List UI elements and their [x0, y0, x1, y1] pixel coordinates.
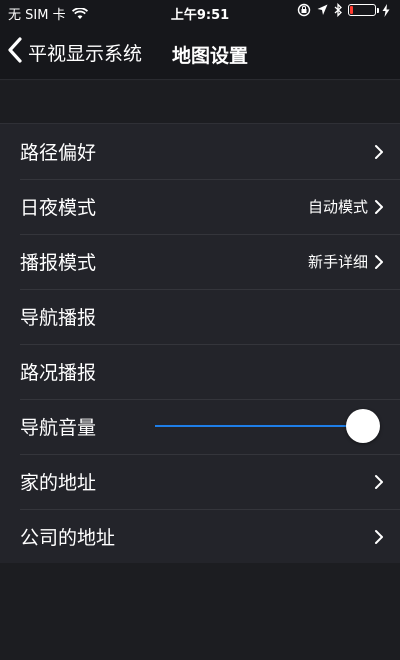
- location-icon: [317, 4, 328, 16]
- chevron-left-icon: [6, 37, 24, 67]
- charging-icon: [382, 3, 390, 17]
- chevron-right-icon: [374, 144, 384, 160]
- setting-label: 日夜模式: [20, 197, 97, 219]
- setting-right: [374, 474, 384, 490]
- status-right: [297, 3, 390, 17]
- setting-traffic-broadcast[interactable]: 路况播报: [0, 344, 400, 399]
- setting-right: [374, 529, 384, 545]
- setting-label: 播报模式: [20, 252, 97, 274]
- setting-home-address[interactable]: 家的地址: [0, 454, 400, 509]
- setting-day-night-mode[interactable]: 日夜模式 自动模式: [0, 179, 400, 234]
- slider-thumb[interactable]: [346, 409, 380, 443]
- chevron-right-icon: [374, 254, 384, 270]
- volume-slider[interactable]: [155, 399, 380, 454]
- setting-route-preference[interactable]: 路径偏好: [0, 124, 400, 179]
- setting-nav-broadcast[interactable]: 导航播报: [0, 289, 400, 344]
- setting-label: 导航播报: [20, 307, 97, 329]
- setting-right: [374, 144, 384, 160]
- map-settings-screen: 无 SIM 卡 上午9:51 平视显示系统 地图设置 路径偏好 日夜模式 自动模…: [0, 0, 400, 660]
- setting-company-address[interactable]: 公司的地址: [0, 509, 400, 564]
- setting-label: 导航音量: [20, 417, 97, 439]
- back-label: 平视显示系统: [28, 42, 143, 65]
- setting-nav-volume: 导航音量: [0, 399, 400, 454]
- slider-fill: [155, 425, 363, 427]
- setting-label: 路况播报: [20, 362, 97, 384]
- setting-label: 家的地址: [20, 472, 97, 494]
- back-button[interactable]: 平视显示系统: [6, 32, 142, 72]
- chevron-right-icon: [374, 474, 384, 490]
- battery-icon: [348, 4, 379, 16]
- section-gap: [0, 81, 400, 123]
- bluetooth-icon: [334, 3, 342, 17]
- setting-broadcast-mode[interactable]: 播报模式 新手详细: [0, 234, 400, 289]
- status-bar: 无 SIM 卡 上午9:51: [0, 0, 400, 24]
- navigation-bar: 平视显示系统 地图设置: [0, 24, 400, 80]
- rotation-lock-icon: [297, 3, 311, 17]
- empty-area: [0, 563, 400, 660]
- chevron-right-icon: [374, 529, 384, 545]
- chevron-right-icon: [374, 199, 384, 215]
- page-title: 地图设置: [172, 45, 249, 67]
- setting-right: 新手详细: [308, 251, 384, 272]
- setting-right: 自动模式: [308, 196, 384, 217]
- settings-list: 路径偏好 日夜模式 自动模式 播报模式 新手详细 导航播报 路况播报 导航音量 …: [0, 123, 400, 565]
- setting-value: 新手详细: [307, 253, 368, 271]
- setting-label: 公司的地址: [20, 527, 116, 549]
- setting-label: 路径偏好: [20, 142, 97, 164]
- setting-value: 自动模式: [307, 198, 368, 216]
- battery-fill: [350, 6, 353, 14]
